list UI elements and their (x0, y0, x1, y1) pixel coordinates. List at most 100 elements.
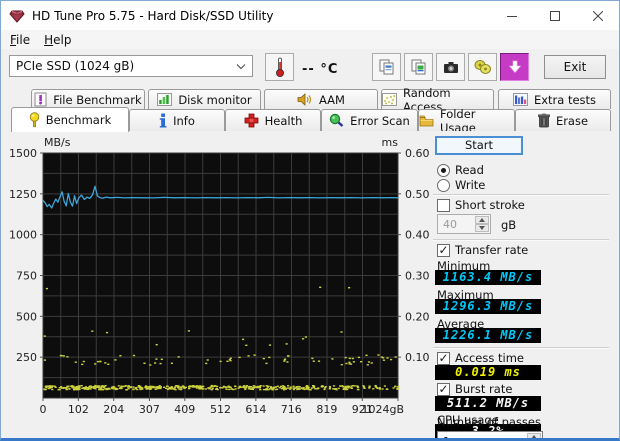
svg-text:409: 409 (174, 403, 195, 416)
access-time-row[interactable]: ✓ Access time (437, 351, 524, 365)
tab-file-benchmark[interactable]: File Benchmark (31, 89, 145, 109)
health-cross-icon (244, 113, 259, 128)
minimize-button[interactable] (490, 1, 533, 30)
read-radio[interactable] (437, 163, 450, 177)
disk-monitor-icon (157, 93, 173, 106)
tab-label: Extra tests (533, 92, 597, 107)
burst-rate-row[interactable]: ✓ Burst rate (437, 382, 512, 396)
drive-selector[interactable]: PCIe SSD (1024 gB) (9, 55, 253, 77)
average-value-display: 1226.1 MB/s (435, 328, 541, 343)
tab-extra-tests[interactable]: Extra tests (498, 89, 611, 109)
tab-erase[interactable]: Erase (515, 109, 611, 131)
spinner-arrows[interactable] (475, 216, 489, 232)
spin-up-icon (479, 218, 485, 222)
chevron-down-icon (236, 59, 246, 73)
svg-text:102: 102 (68, 403, 89, 416)
menu-file[interactable]: File (3, 32, 37, 48)
separator (433, 347, 609, 349)
menu-bar: File Help (1, 30, 619, 49)
tab-health[interactable]: Health (225, 109, 321, 131)
screenshot-button[interactable] (436, 53, 465, 81)
menu-help[interactable]: Help (37, 32, 78, 48)
access-time-value-display: 0.019 ms (435, 365, 541, 380)
svg-text:0.50: 0.50 (405, 188, 429, 201)
minimize-icon (506, 15, 517, 17)
temperature-display: -- °C (302, 62, 339, 77)
short-stroke-row[interactable]: Short stroke (437, 198, 525, 212)
svg-text:716: 716 (281, 403, 302, 416)
speaker-icon (297, 93, 313, 106)
down-arrow-icon (508, 60, 521, 73)
spin-up-icon (531, 435, 537, 438)
burst-rate-label: Burst rate (455, 382, 513, 396)
short-stroke-size-spinner[interactable]: 40 (437, 214, 491, 234)
temperature-button[interactable] (265, 53, 294, 81)
maximize-icon (549, 10, 560, 21)
tab-folder-usage[interactable]: Folder Usage (418, 107, 515, 135)
svg-text:819: 819 (316, 403, 337, 416)
spin-down-icon (479, 226, 485, 230)
write-radio-row[interactable]: Write (437, 178, 485, 192)
svg-text:250: 250 (16, 351, 37, 364)
maximum-value-display: 1296.3 MB/s (435, 299, 541, 314)
write-radio-label: Write (455, 178, 486, 192)
svg-text:307: 307 (139, 403, 160, 416)
separator (433, 194, 609, 196)
save-results-button[interactable] (468, 53, 497, 81)
folder-icon (419, 114, 434, 127)
camera-icon (443, 61, 458, 73)
svg-text:204: 204 (103, 403, 124, 416)
close-button[interactable] (576, 1, 619, 30)
read-radio-row[interactable]: Read (437, 163, 484, 177)
window-title: HD Tune Pro 5.75 - Hard Disk/SSD Utility (32, 8, 274, 23)
svg-text:500: 500 (16, 310, 37, 323)
transfer-rate-checkbox[interactable]: ✓ (437, 243, 450, 257)
extra-tests-icon (512, 93, 528, 106)
tab-error-scan[interactable]: Error Scan (321, 109, 418, 131)
app-window: HD Tune Pro 5.75 - Hard Disk/SSD Utility… (0, 0, 620, 441)
svg-text:614: 614 (245, 403, 266, 416)
passes-spinner[interactable]: 1 (437, 431, 543, 438)
window-controls (490, 1, 619, 30)
tab-label: Health (264, 113, 303, 128)
copy-pages-icon (379, 59, 393, 75)
access-time-checkbox[interactable]: ✓ (437, 351, 450, 365)
svg-text:0.20: 0.20 (405, 310, 429, 323)
passes-label: Number of passes (437, 415, 541, 429)
tab-label: AAM (319, 92, 345, 107)
separator (433, 239, 609, 241)
disks-icon (474, 60, 491, 74)
svg-text:1500: 1500 (9, 147, 37, 160)
add-to-results-button[interactable] (500, 53, 529, 81)
svg-text:ms: ms (382, 136, 399, 149)
svg-text:0: 0 (40, 403, 47, 416)
spinner-arrows[interactable] (527, 433, 541, 438)
copy-image-button[interactable] (404, 53, 433, 81)
tab-label: Benchmark (45, 113, 112, 127)
info-icon (159, 113, 167, 128)
write-radio[interactable] (437, 178, 450, 192)
maximize-button[interactable] (533, 1, 576, 30)
svg-text:MB/s: MB/s (44, 136, 71, 149)
exit-button[interactable]: Exit (544, 55, 606, 79)
short-stroke-checkbox[interactable] (437, 198, 450, 212)
capacity-unit-label: gB (501, 218, 517, 232)
tab-label: File Benchmark (53, 92, 142, 107)
tab-disk-monitor[interactable]: Disk monitor (148, 89, 261, 109)
start-button[interactable]: Start (435, 136, 523, 155)
tab-aam[interactable]: AAM (264, 89, 378, 109)
copy-text-button[interactable] (372, 53, 401, 81)
toolbar: PCIe SSD (1024 gB) -- °C Exit (1, 49, 619, 87)
svg-text:750: 750 (16, 270, 37, 283)
tab-benchmark[interactable]: Benchmark (11, 107, 129, 132)
benchmark-panel: Start Read Write Short stroke 40 gB ✓ Tr… (429, 131, 615, 438)
svg-text:1000: 1000 (9, 229, 37, 242)
svg-text:0.10: 0.10 (405, 351, 429, 364)
svg-text:0.40: 0.40 (405, 229, 429, 242)
svg-text:0.60: 0.60 (405, 147, 429, 160)
benchmark-chart: MB/s ms 1500 1250 1000 750 500 250 0.60 0.50 0.40 0… (9, 136, 429, 416)
tab-info[interactable]: Info (129, 109, 225, 131)
transfer-rate-row[interactable]: ✓ Transfer rate (437, 243, 528, 257)
burst-rate-value-display: 511.2 MB/s (435, 396, 541, 411)
burst-rate-checkbox[interactable]: ✓ (437, 382, 450, 396)
